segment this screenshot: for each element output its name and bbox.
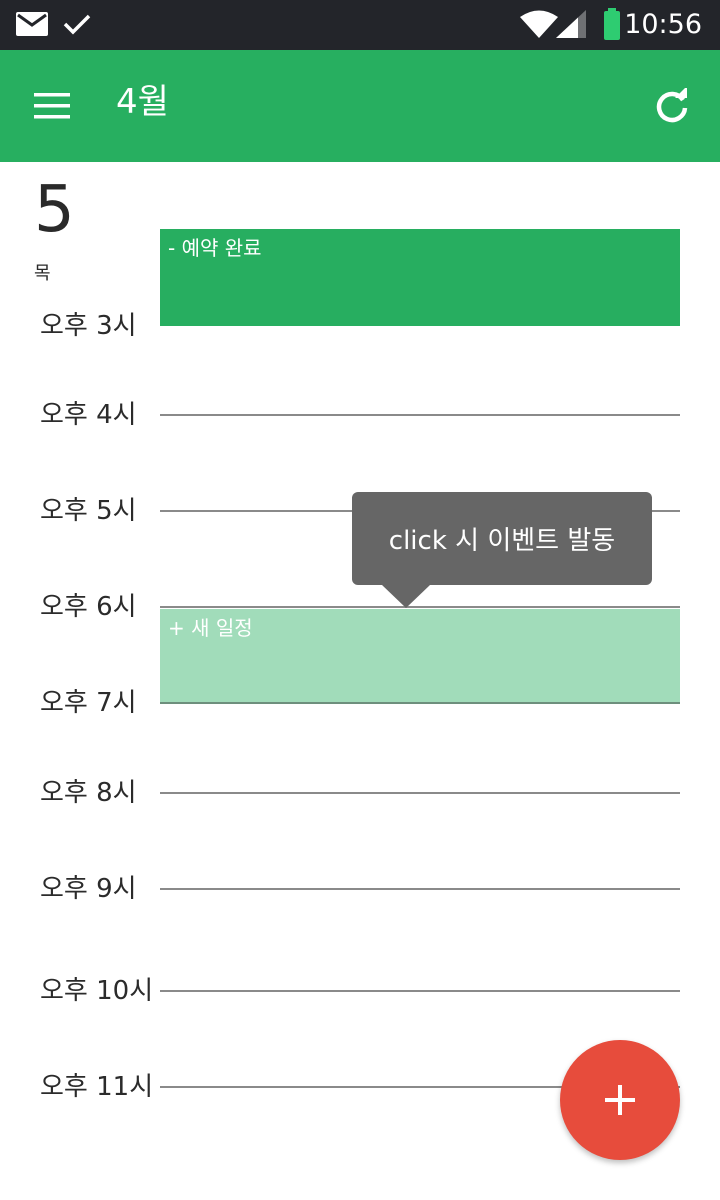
check-icon [63, 14, 91, 35]
time-label-5pm: 오후 5시 [40, 496, 137, 526]
event-booked-label: - 예약 완료 [168, 236, 262, 260]
day-weekday: 목 [34, 263, 51, 284]
hour-line-9pm [160, 888, 680, 890]
battery-icon [604, 8, 620, 40]
time-label-6pm: 오후 6시 [40, 592, 137, 622]
hamburger-menu-icon [34, 93, 70, 119]
time-label-4pm: 오후 4시 [40, 400, 137, 430]
hour-line-8pm [160, 792, 680, 794]
status-time: 10:56 [624, 9, 702, 40]
mail-icon [16, 12, 48, 36]
add-event-fab[interactable] [560, 1040, 680, 1160]
event-booked[interactable]: - 예약 완료 [160, 229, 680, 326]
plus-icon [605, 1085, 635, 1115]
time-label-11pm: 오후 11시 [40, 1072, 154, 1102]
time-label-8pm: 오후 8시 [40, 778, 137, 808]
refresh-icon [656, 88, 688, 123]
calendar-day-screen: 10:56 4월 5 목 오후 3시 오후 4시 오후 5시 오후 6시 오후 … [0, 0, 720, 1200]
signal-icon [556, 10, 586, 38]
wifi-icon [520, 10, 558, 38]
hour-line-10pm [160, 990, 680, 992]
hour-line-4pm [160, 414, 680, 416]
time-label-9pm: 오후 9시 [40, 874, 137, 904]
tooltip-arrow [382, 585, 430, 608]
month-title: 4월 [116, 82, 169, 122]
tooltip: click 시 이벤트 발동 [352, 492, 652, 585]
event-new[interactable]: + 새 일정 [160, 609, 680, 704]
menu-button[interactable] [22, 80, 82, 132]
refresh-button[interactable] [646, 80, 698, 132]
event-new-label: + 새 일정 [168, 616, 253, 640]
day-number: 5 [34, 173, 75, 247]
app-bar: 4월 [0, 50, 720, 162]
tooltip-text: click 시 이벤트 발동 [388, 526, 616, 556]
time-label-10pm: 오후 10시 [40, 976, 154, 1006]
status-bar: 10:56 [0, 0, 720, 50]
time-label-3pm: 오후 3시 [40, 311, 137, 341]
time-label-7pm: 오후 7시 [40, 688, 137, 718]
